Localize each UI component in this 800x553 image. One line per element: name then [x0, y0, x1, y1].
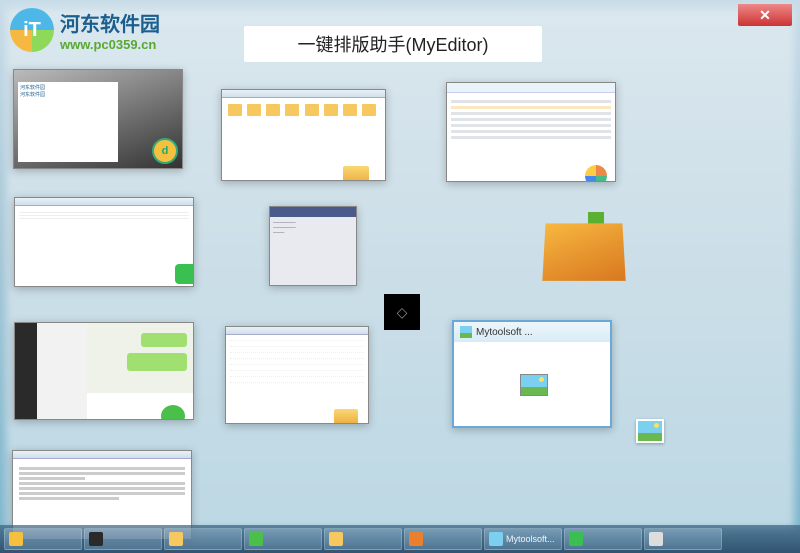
thumb6-chat	[87, 323, 193, 393]
thumb6-contactlist	[37, 323, 87, 419]
taskbar-button[interactable]: Mytoolsoft...	[484, 528, 562, 550]
window-thumbnail-6-wechat[interactable]	[14, 322, 194, 420]
picture-icon	[460, 326, 472, 338]
thumb9-content	[13, 459, 191, 508]
taskbar-icon	[89, 532, 103, 546]
thumb1-content: 河东软件园 河东软件园	[18, 82, 118, 162]
package-download-icon[interactable]	[536, 202, 632, 286]
thumb8-titlebar: Mytoolsoft ...	[454, 322, 610, 342]
thumb1-brand2: 河东软件园	[20, 91, 116, 98]
thumb5-content: ──────── ──────── ────	[270, 217, 356, 238]
taskbar-icon	[249, 532, 263, 546]
site-url: www.pc0359.cn	[60, 37, 160, 52]
site-logo-block: iT 河东软件园 www.pc0359.cn	[10, 8, 160, 52]
thumb4-grid	[15, 206, 193, 223]
window-thumbnail-2-explorer[interactable]	[221, 89, 386, 181]
app-icon-dark[interactable]: ◇	[384, 294, 420, 330]
thumb8-title-text: Mytoolsoft ...	[476, 327, 533, 338]
thumb4-titlebar	[15, 198, 193, 206]
thumb9-titlebar	[13, 451, 191, 459]
thumb1-app-icon: d	[152, 138, 178, 164]
close-icon: ✕	[759, 7, 771, 24]
taskbar-icon	[169, 532, 183, 546]
thumb3-content	[447, 93, 615, 146]
taskbar-icon	[329, 532, 343, 546]
thumb1-brand1: 河东软件园	[20, 84, 116, 91]
thumb6-sidebar	[15, 323, 37, 419]
taskbar: Mytoolsoft...	[0, 525, 800, 553]
thumb7-titlebar	[226, 327, 368, 335]
active-window-title-text: 一键排版助手(MyEditor)	[297, 31, 488, 57]
taskbar-button[interactable]	[404, 528, 482, 550]
taskbar-icon	[409, 532, 423, 546]
folder-icon	[343, 166, 369, 181]
taskbar-icon	[489, 532, 503, 546]
logo-icon: iT	[10, 8, 54, 52]
folder-icon	[334, 409, 358, 424]
taskbar-button[interactable]	[164, 528, 242, 550]
taskbar-button[interactable]	[644, 528, 722, 550]
wechat-icon	[161, 405, 185, 420]
window-thumbnail-1[interactable]: 河东软件园 河东软件园 d	[13, 69, 183, 169]
taskbar-button[interactable]	[564, 528, 642, 550]
site-name: 河东软件园	[60, 8, 160, 37]
wps-icon	[175, 264, 194, 284]
window-thumbnail-7-filelist[interactable]	[225, 326, 369, 424]
window-thumbnail-8-mytoolsoft[interactable]: Mytoolsoft ...	[452, 320, 612, 428]
taskbar-icon	[569, 532, 583, 546]
thumb7-content	[226, 337, 368, 383]
window-thumbnail-4-spreadsheet[interactable]	[14, 197, 194, 287]
taskbar-button[interactable]	[4, 528, 82, 550]
picture-icon	[520, 374, 548, 396]
taskbar-icon	[9, 532, 23, 546]
box-icon	[542, 223, 625, 281]
taskbar-icon	[649, 532, 663, 546]
thumb5-titlebar	[270, 207, 356, 217]
thumb3-toolbar	[447, 83, 615, 93]
window-thumbnail-3-browser[interactable]	[446, 82, 616, 182]
active-window-title: 一键排版助手(MyEditor)	[244, 26, 542, 62]
thumb2-titlebar	[222, 90, 385, 98]
taskbar-button[interactable]	[84, 528, 162, 550]
thumb2-folders	[222, 98, 385, 122]
chrome-icon	[585, 165, 607, 182]
taskbar-button[interactable]	[244, 528, 322, 550]
taskbar-label: Mytoolsoft...	[506, 534, 555, 544]
close-button[interactable]: ✕	[738, 4, 792, 26]
taskbar-button[interactable]	[324, 528, 402, 550]
window-thumbnail-5-dialog[interactable]: ──────── ──────── ────	[269, 206, 357, 286]
picture-app-icon[interactable]	[636, 419, 664, 443]
